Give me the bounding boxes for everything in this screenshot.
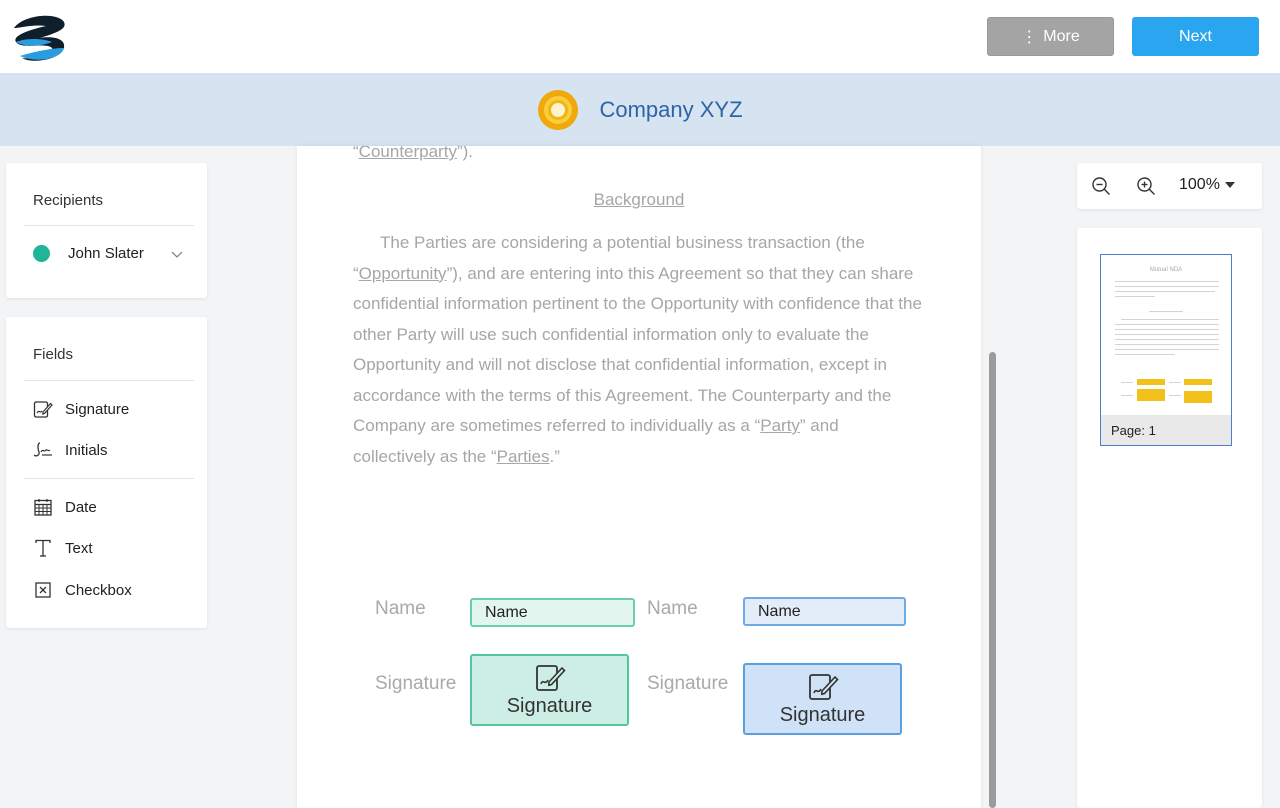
initials-icon — [33, 442, 52, 457]
thumbnails-panel: Mutual NDA Page: 1 — [1077, 228, 1262, 808]
caret-down-icon — [1224, 182, 1235, 188]
signer2-name-label: Name — [647, 598, 698, 619]
recipients-title: Recipients — [33, 192, 104, 209]
recipient-color-dot — [33, 245, 50, 262]
signer2-signature-label: Signature — [647, 673, 729, 694]
chevron-down-icon — [171, 251, 183, 258]
signature-icon — [808, 673, 839, 700]
zoom-panel: 100% — [1077, 163, 1262, 209]
recipient-selector[interactable]: John Slater — [33, 245, 183, 262]
field-text[interactable]: Text — [33, 537, 93, 559]
zoom-out-icon[interactable] — [1091, 176, 1111, 196]
more-button[interactable]: ⋮ More — [987, 17, 1114, 56]
top-bar: ⋮ More Next — [0, 0, 1280, 73]
company-banner: Company XYZ — [0, 73, 1280, 146]
recipient-name: John Slater — [68, 245, 144, 262]
divider — [24, 380, 194, 381]
document-paragraph: The Parties are considering a potential … — [353, 233, 922, 466]
fields-panel: Fields Signature Initials Date Text Chec… — [6, 317, 207, 628]
field-date[interactable]: Date — [33, 496, 97, 518]
fields-title: Fields — [33, 346, 74, 363]
signature-icon — [33, 401, 53, 418]
app-logo — [14, 15, 65, 61]
page-thumbnail-caption: Page: 1 — [1101, 415, 1231, 445]
signature-icon — [535, 664, 566, 691]
document-scrollbar[interactable] — [989, 352, 996, 808]
text-icon — [35, 539, 51, 557]
company-logo-icon — [538, 89, 579, 130]
next-button[interactable]: Next — [1132, 17, 1259, 56]
signer1-signature-label: Signature — [375, 673, 457, 694]
recipients-panel: Recipients John Slater — [6, 163, 207, 298]
zoom-in-icon[interactable] — [1136, 176, 1156, 196]
company-name: Company XYZ — [599, 96, 743, 122]
calendar-icon — [34, 499, 52, 516]
field-checkbox[interactable]: Checkbox — [33, 579, 132, 601]
signer2-name-field[interactable]: Name — [743, 597, 906, 626]
checkbox-icon — [35, 582, 51, 598]
signer1-signature-field[interactable]: Signature — [470, 654, 629, 726]
document-text-top: “Counterparty”). — [353, 146, 473, 161]
divider — [24, 478, 194, 479]
divider — [24, 225, 194, 226]
field-initials[interactable]: Initials — [33, 439, 108, 461]
signer1-name-label: Name — [375, 598, 426, 619]
more-vertical-icon: ⋮ — [1021, 28, 1038, 46]
signer2-signature-field[interactable]: Signature — [743, 663, 902, 735]
signer1-name-field[interactable]: Name — [470, 598, 635, 627]
page-thumbnail[interactable]: Mutual NDA Page: 1 — [1100, 254, 1232, 446]
document-page: “Counterparty”). Background The Parties … — [297, 146, 981, 808]
document-heading: Background — [593, 190, 685, 209]
field-signature[interactable]: Signature — [33, 398, 129, 420]
zoom-level-dropdown[interactable]: 100% — [1179, 176, 1235, 194]
